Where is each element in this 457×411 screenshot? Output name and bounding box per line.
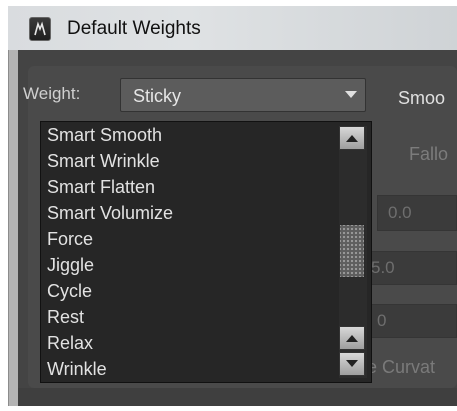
chevron-up-icon [346,135,358,142]
option-wrinkle[interactable]: Wrinkle [41,356,337,382]
value-field-3[interactable]: 0 [368,304,457,338]
option-smart-wrinkle[interactable]: Smart Wrinkle [41,148,337,174]
title-bar[interactable]: Default Weights [8,6,457,50]
value-field-2-text: 5.0 [371,258,395,277]
scroll-up-button-2[interactable] [339,326,365,350]
option-smart-smooth[interactable]: Smart Smooth [41,122,337,148]
chevron-down-icon [346,360,358,367]
falloff-label: Fallo [409,144,449,164]
option-relax[interactable]: Relax [41,330,337,356]
weight-dropdown[interactable]: Sticky [120,78,366,112]
options-list: Smart Smooth Smart Wrinkle Smart Flatten… [41,122,337,382]
weight-options-list[interactable]: Smart Smooth Smart Wrinkle Smart Flatten… [40,121,372,383]
options-scrollbar[interactable] [339,126,367,378]
value-field-2[interactable]: 5.0 [368,251,457,285]
weight-selected-value: Sticky [133,86,182,106]
scroll-down-button[interactable] [339,352,365,376]
option-smart-volumize[interactable]: Smart Volumize [41,200,337,226]
app-icon[interactable] [29,17,51,41]
value-field-1-text: 0.0 [388,203,412,222]
bottom-strip [18,388,457,406]
scroll-up-button[interactable] [339,126,365,150]
option-rest[interactable]: Rest [41,304,337,330]
value-field-1[interactable]: 0.0 [377,195,457,231]
option-cycle[interactable]: Cycle [41,278,337,304]
window-title: Default Weights [67,18,201,39]
curvature-label: e Curvat [367,357,436,377]
chevron-down-icon[interactable] [337,79,365,111]
smooth-label: Smoo [398,88,446,108]
option-force[interactable]: Force [41,226,337,252]
option-jiggle[interactable]: Jiggle [41,252,337,278]
value-field-3-text: 0 [377,311,387,330]
option-smart-flatten[interactable]: Smart Flatten [41,174,337,200]
weight-label: Weight: [23,84,81,103]
scroll-thumb[interactable] [339,224,365,278]
chevron-up-icon [346,335,358,342]
